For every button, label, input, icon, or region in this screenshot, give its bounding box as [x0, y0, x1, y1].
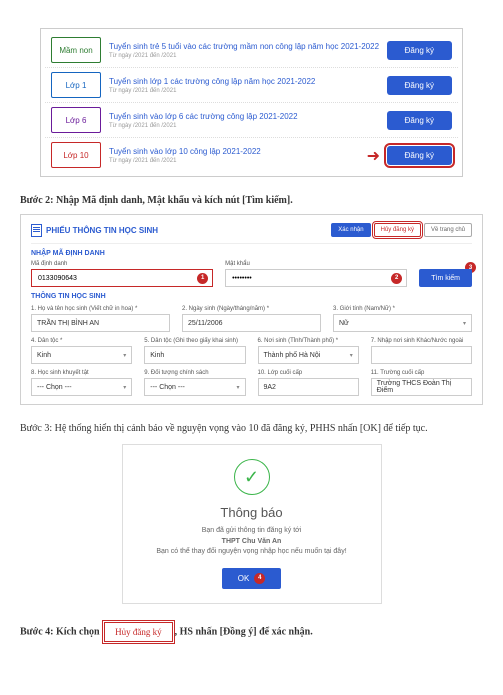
pw-input-wrapper: 2: [225, 269, 407, 287]
notif-title: Thông báo: [137, 505, 367, 520]
register-button[interactable]: Đăng ký: [387, 76, 452, 95]
level-title: Tuyển sinh lớp 1 các trường công lập năm…: [109, 77, 387, 86]
level-row: Lớp 1 Tuyển sinh lớp 1 các trường công l…: [45, 68, 458, 103]
level-row: Lớp 6 Tuyển sinh vào lớp 6 các trường cô…: [45, 103, 458, 138]
level-dates: Từ ngày /2021 đến /2021: [109, 158, 387, 164]
check-circle-icon: ✓: [234, 459, 270, 495]
header-buttons: Xác nhận Hủy đăng ký Về trang chủ: [331, 223, 472, 237]
level-title: Tuyển sinh trẻ 5 tuổi vào các trường mầm…: [109, 42, 387, 51]
pw-label: Mật khẩu: [225, 261, 407, 267]
id-row: Mã định danh 1 Mật khẩu 2 3 Tìm kiếm: [31, 261, 472, 287]
level-text: Tuyển sinh vào lớp 10 công lập 2021-2022…: [109, 147, 387, 164]
lastclass-input[interactable]: 9A2: [258, 378, 359, 396]
field-label: 1. Họ và tên học sinh (Viết chữ in hoa) …: [31, 306, 170, 312]
cancel-chip: Hủy đăng ký: [104, 622, 173, 642]
register-button-highlighted[interactable]: Đăng ký: [387, 146, 452, 165]
level-text: Tuyển sinh lớp 1 các trường công lập năm…: [109, 77, 387, 94]
confirm-button[interactable]: Xác nhận: [331, 223, 370, 237]
step2-text: Bước 2: Nhập Mã định danh, Mật khẩu và k…: [20, 195, 483, 206]
field-label: 8. Học sinh khuyết tật: [31, 370, 132, 376]
form-title: PHIẾU THÔNG TIN HỌC SINH: [31, 224, 158, 237]
badge-2: 2: [391, 273, 402, 284]
chevron-down-icon: ▾: [236, 384, 239, 391]
id-input[interactable]: [36, 274, 197, 283]
student-form: PHIẾU THÔNG TIN HỌC SINH Xác nhận Hủy đă…: [20, 214, 483, 405]
birthplace-select[interactable]: Thành phố Hà Nội▾: [258, 346, 359, 364]
chevron-down-icon: ▾: [123, 384, 126, 391]
level-chip-lop1: Lớp 1: [51, 72, 101, 98]
level-dates: Từ ngày /2021 đến /2021: [109, 123, 387, 129]
ethnic-select[interactable]: Kinh▾: [31, 346, 132, 364]
level-list: Mầm non Tuyển sinh trẻ 5 tuổi vào các tr…: [40, 28, 463, 177]
badge-4: 4: [254, 573, 265, 584]
field-label: 5. Dân tộc (Ghi theo giấy khai sinh): [144, 338, 245, 344]
name-input[interactable]: TRẦN THỊ BÌNH AN: [31, 314, 170, 332]
level-dates: Từ ngày /2021 đến /2021: [109, 53, 387, 59]
level-chip-mamnon: Mầm non: [51, 37, 101, 63]
id-label: Mã định danh: [31, 261, 213, 267]
home-button[interactable]: Về trang chủ: [424, 223, 472, 237]
field-label: 3. Giới tính (Nam/Nữ) *: [333, 306, 472, 312]
level-row-highlighted: Lớp 10 Tuyển sinh vào lớp 10 công lập 20…: [45, 138, 458, 172]
policy-select[interactable]: --- Chọn ---▾: [144, 378, 245, 396]
form-header: PHIẾU THÔNG TIN HỌC SINH Xác nhận Hủy đă…: [31, 223, 472, 244]
cancel-register-button[interactable]: Hủy đăng ký: [374, 223, 421, 237]
document-icon: [31, 224, 42, 237]
notification-dialog: ✓ Thông báo Bạn đã gửi thông tin đăng ký…: [122, 444, 382, 604]
gender-select[interactable]: Nữ▾: [333, 314, 472, 332]
search-wrapper: 3 Tìm kiếm: [419, 269, 472, 287]
chevron-down-icon: ▾: [123, 352, 126, 359]
level-title: Tuyển sinh vào lớp 10 công lập 2021-2022: [109, 147, 387, 156]
register-button[interactable]: Đăng ký: [387, 41, 452, 60]
field-label: 2. Ngày sinh (Ngày/tháng/năm) *: [182, 306, 321, 312]
notif-message: Bạn đã gửi thông tin đăng ký tới THPT Ch…: [137, 526, 367, 558]
field-label: 9. Đối tượng chính sách: [144, 370, 245, 376]
section-info-label: THÔNG TIN HỌC SINH: [31, 293, 472, 300]
field-label: 11. Trường cuối cấp: [371, 370, 472, 376]
register-button[interactable]: Đăng ký: [387, 111, 452, 130]
section-id-label: NHẬP MÃ ĐỊNH DANH: [31, 250, 472, 257]
dob-input[interactable]: 25/11/2006: [182, 314, 321, 332]
level-chip-lop10: Lớp 10: [51, 142, 101, 168]
pointer-arrow-icon: ➜: [367, 146, 380, 166]
level-title: Tuyển sinh vào lớp 6 các trường công lập…: [109, 112, 387, 121]
form-title-text: PHIẾU THÔNG TIN HỌC SINH: [46, 226, 158, 235]
field-label: 6. Nơi sinh (Tỉnh/Thành phố) *: [258, 338, 359, 344]
ethnic2-input[interactable]: Kinh: [144, 346, 245, 364]
id-input-wrapper: 1: [31, 269, 213, 287]
birthplace-other-input[interactable]: [371, 346, 472, 364]
disability-select[interactable]: --- Chọn ---▾: [31, 378, 132, 396]
lastschool-input[interactable]: Trường THCS Đoàn Thị Điểm: [371, 378, 472, 396]
level-chip-lop6: Lớp 6: [51, 107, 101, 133]
level-row: Mầm non Tuyển sinh trẻ 5 tuổi vào các tr…: [45, 33, 458, 68]
pw-input[interactable]: [230, 274, 391, 283]
search-button[interactable]: Tìm kiếm: [419, 269, 472, 287]
level-dates: Từ ngày /2021 đến /2021: [109, 88, 387, 94]
field-label: 4. Dân tộc *: [31, 338, 132, 344]
badge-1: 1: [197, 273, 208, 284]
step4-text: Bước 4: Kích chọn Hủy đăng ký, HS nhấn […: [20, 622, 483, 642]
step3-text: Bước 3: Hệ thống hiển thị cảnh báo về ng…: [20, 423, 483, 434]
level-text: Tuyển sinh vào lớp 6 các trường công lập…: [109, 112, 387, 129]
field-label: 7. Nhập nơi sinh Khác/Nước ngoài: [371, 338, 472, 344]
chevron-down-icon: ▾: [463, 320, 466, 327]
ok-button[interactable]: OK 4: [222, 568, 282, 589]
field-label: 10. Lớp cuối cấp: [258, 370, 359, 376]
chevron-down-icon: ▾: [350, 352, 353, 359]
level-text: Tuyển sinh trẻ 5 tuổi vào các trường mầm…: [109, 42, 387, 59]
